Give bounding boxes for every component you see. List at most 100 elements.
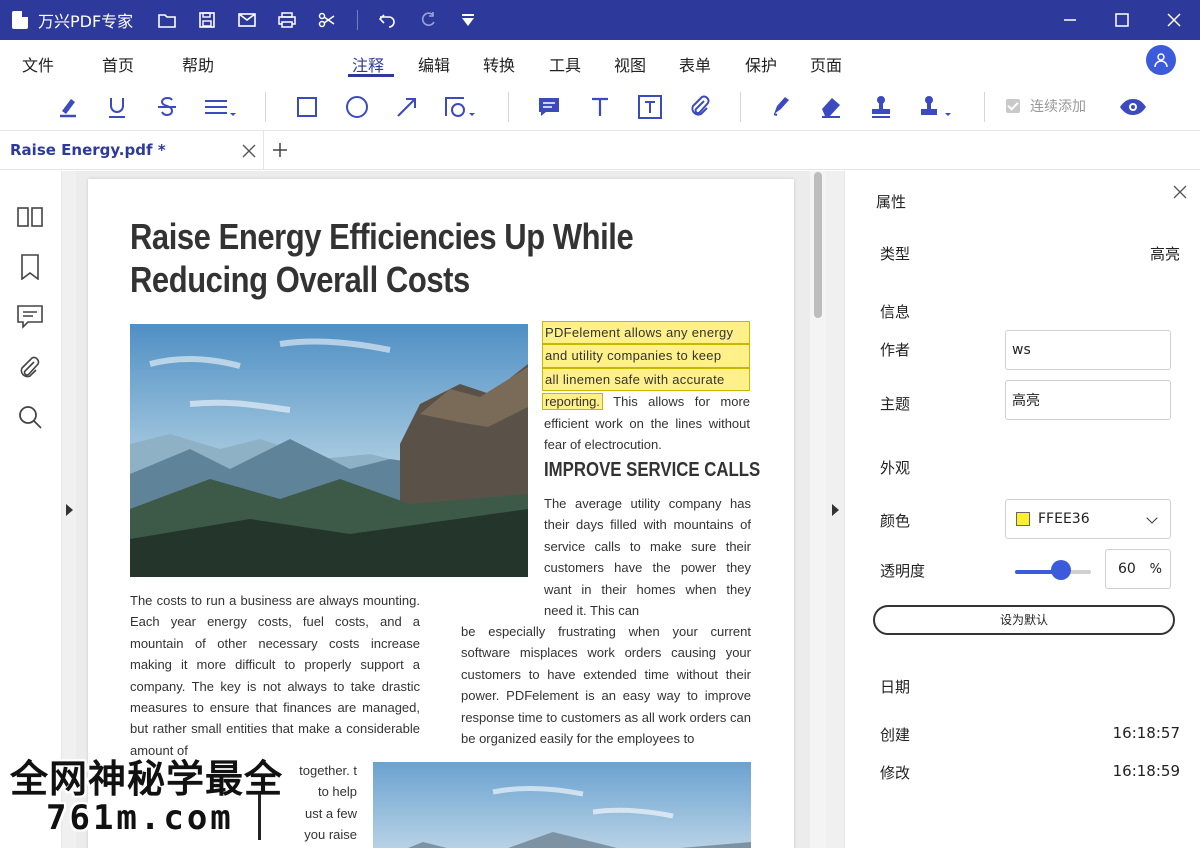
eraser-icon[interactable] (814, 90, 848, 124)
new-tab-icon[interactable] (270, 140, 290, 160)
attachment-icon[interactable] (683, 90, 717, 124)
page-title: Raise Energy Efficiencies Up While Reduc… (130, 215, 634, 301)
close-icon[interactable] (1171, 183, 1189, 201)
color-value: FFEE36 (1038, 511, 1090, 527)
menu-item-page[interactable]: 页面 (810, 52, 842, 76)
rectangle-icon[interactable] (290, 90, 324, 124)
menu-item-convert[interactable]: 转换 (483, 52, 515, 76)
menu-item-help[interactable]: 帮助 (182, 52, 214, 76)
menu-item-home[interactable]: 首页 (102, 52, 134, 76)
toolbar-separator (984, 92, 985, 122)
opacity-label: 透明度 (880, 562, 926, 580)
mail-icon[interactable] (227, 0, 267, 40)
scrollbar-thumb[interactable] (814, 172, 822, 318)
maximize-icon[interactable] (1096, 0, 1148, 40)
toolbar-separator (740, 92, 741, 122)
underline-icon[interactable] (100, 90, 134, 124)
app-name: 万兴PDF专家 (38, 12, 134, 31)
title-line-2: Reducing Overall Costs (130, 259, 470, 300)
menu-item-view[interactable]: 视图 (614, 52, 646, 76)
color-select[interactable]: FFEE36 (1005, 499, 1171, 539)
watermark-bar (258, 794, 261, 840)
paragraph-text: The costs to run a business are always m… (130, 593, 420, 758)
textbox-icon[interactable] (633, 90, 667, 124)
menu-item-file[interactable]: 文件 (22, 52, 54, 76)
stamp-icon[interactable] (864, 90, 898, 124)
annotation-toolbar: 连续添加 (0, 84, 1200, 130)
properties-title: 属性 (876, 193, 907, 211)
opacity-slider-handle[interactable] (1050, 560, 1071, 580)
share-icon[interactable] (307, 0, 347, 40)
menu-item-form[interactable]: 表单 (679, 52, 711, 76)
watermark: 全网神秘学最全 761m.com (0, 744, 296, 848)
highlighted-paragraph[interactable]: PDFelement allows any energy and utility… (542, 321, 750, 455)
landscape-photo (373, 762, 751, 848)
opacity-input[interactable]: 60 % (1105, 549, 1171, 589)
continuous-add-checkbox[interactable] (1006, 99, 1020, 113)
subject-field[interactable] (1005, 380, 1171, 420)
save-icon[interactable] (187, 0, 227, 40)
print-icon[interactable] (267, 0, 307, 40)
title-line-1: Raise Energy Efficiencies Up While (130, 216, 634, 257)
toolbar-separator (265, 92, 266, 122)
avatar[interactable] (1146, 45, 1176, 75)
collapse-right-icon[interactable] (832, 504, 839, 516)
date-header: 日期 (880, 678, 911, 696)
menu-item-tools[interactable]: 工具 (549, 52, 581, 76)
highlight-icon[interactable] (50, 90, 84, 124)
user-icon (1154, 53, 1168, 68)
folder-icon[interactable] (147, 0, 187, 40)
tab-document[interactable]: Raise Energy.pdf * (0, 131, 264, 170)
tab-bar: Raise Energy.pdf * (0, 130, 1200, 170)
highlight-annotation-line[interactable]: and utility companies to keep (542, 344, 750, 368)
opacity-unit: % (1149, 562, 1162, 577)
note-icon[interactable] (532, 90, 566, 124)
author-field[interactable] (1005, 330, 1171, 370)
pencil-icon[interactable] (764, 90, 798, 124)
shape-icon[interactable] (442, 90, 476, 124)
watermark-url: 761m.com (46, 798, 234, 838)
color-label: 颜色 (880, 512, 911, 530)
mountain-photo (130, 324, 528, 577)
info-header: 信息 (880, 303, 911, 321)
title-bar: 万兴PDF专家 (0, 0, 1200, 40)
menu-item-comment[interactable]: 注释 (352, 52, 384, 76)
dropdown-icon[interactable] (448, 0, 488, 40)
minimize-icon[interactable] (1044, 0, 1096, 40)
redo-icon[interactable] (408, 0, 448, 40)
thumbnails-icon[interactable] (16, 203, 44, 231)
signature-icon[interactable] (918, 90, 952, 124)
appearance-header: 外观 (880, 459, 911, 477)
search-icon[interactable] (16, 403, 44, 431)
section-heading: IMPROVE SERVICE CALLS (544, 459, 761, 481)
chevron-down-icon (1146, 512, 1158, 524)
menu-item-edit[interactable]: 编辑 (418, 52, 450, 76)
continuous-add-toggle[interactable]: 连续添加 (1006, 96, 1086, 116)
highlight-annotation-line[interactable]: all linemen safe with accurate (542, 367, 750, 392)
paragraph-text: be especially frustrating when your curr… (461, 624, 751, 747)
attachment-icon[interactable] (16, 355, 44, 383)
app-logo-icon (12, 11, 28, 29)
ellipse-icon[interactable] (340, 90, 374, 124)
arrow-icon[interactable] (390, 90, 424, 124)
paragraph-text: together. t to help ust a few you raise (299, 763, 357, 843)
highlight-annotation-tail[interactable]: reporting. (542, 393, 603, 411)
expand-left-icon[interactable] (66, 504, 73, 516)
strikethrough-icon[interactable] (150, 90, 184, 124)
close-icon[interactable] (1148, 0, 1200, 40)
opacity-value: 60 (1118, 561, 1136, 577)
text-icon[interactable] (583, 90, 617, 124)
set-default-button[interactable]: 设为默认 (873, 605, 1175, 635)
squiggly-icon[interactable] (202, 90, 236, 124)
active-menu-indicator (348, 74, 394, 77)
properties-panel: 属性 类型 高亮 信息 作者 主题 外观 颜色 FFEE36 透明度 60 % … (844, 171, 1200, 848)
highlight-annotation-line[interactable]: PDFelement allows any energy (542, 321, 750, 345)
eye-icon[interactable] (1116, 90, 1150, 124)
subject-label: 主题 (880, 395, 911, 413)
bookmark-icon[interactable] (16, 253, 44, 281)
comment-icon[interactable] (16, 303, 44, 331)
modified-label: 修改 (880, 764, 911, 782)
tab-close-icon[interactable] (240, 142, 258, 160)
menu-item-protect[interactable]: 保护 (745, 52, 777, 76)
undo-icon[interactable] (368, 0, 408, 40)
